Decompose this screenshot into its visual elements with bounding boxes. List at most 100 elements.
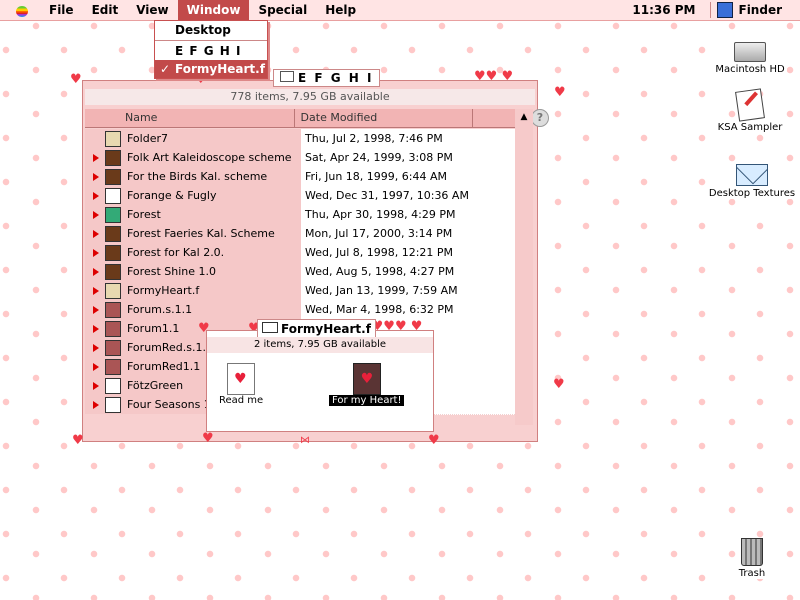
window-title[interactable]: E F G H I	[273, 69, 381, 87]
row-date-cell: Thu, Apr 30, 1998, 4:29 PM	[301, 204, 515, 225]
row-name-label: FötzGreen	[127, 379, 184, 392]
menu-special[interactable]: Special	[249, 0, 316, 20]
forum-icon	[105, 301, 121, 318]
row-date-cell: Mon, Jul 17, 2000, 3:14 PM	[301, 223, 515, 244]
row-name-label: ForumRed.s.1.1	[127, 341, 213, 354]
list-row[interactable]: Forest Thu, Apr 30, 1998, 4:29 PM	[85, 204, 515, 225]
heart-icon: ♥	[72, 433, 84, 448]
row-name-cell: Forest Faeries Kal. Scheme	[85, 224, 301, 243]
column-header-date[interactable]: Date Modified	[295, 109, 474, 127]
help-icon[interactable]: ?	[531, 109, 549, 127]
disclosure-triangle-icon[interactable]	[93, 381, 99, 390]
disclosure-triangle-icon[interactable]	[93, 324, 99, 333]
row-name-label: Forest	[127, 208, 161, 221]
disclosure-triangle-icon[interactable]	[93, 267, 99, 276]
row-name-cell: Forest Shine 1.0	[85, 262, 301, 281]
list-row[interactable]: Forange & Fugly Wed, Dec 31, 1997, 10:36 …	[85, 185, 515, 206]
row-name-label: Forange & Fugly	[127, 189, 217, 202]
desktop-icon-macintosh-hd[interactable]: Macintosh HD	[702, 42, 798, 75]
file-label: For my Heart!	[329, 395, 405, 406]
bow-icon: ⋈	[300, 435, 310, 446]
row-name-cell: For the Birds Kal. scheme	[85, 167, 301, 186]
disclosure-triangle-icon[interactable]	[93, 229, 99, 238]
list-row[interactable]: Folk Art Kaleidoscope scheme Sat, Apr 24,…	[85, 147, 515, 168]
menu-file[interactable]: File	[40, 0, 83, 20]
checkmark-icon: ✓	[160, 62, 171, 76]
file-icon-read-me[interactable]: ♥ Read me	[219, 363, 263, 406]
forum-icon	[105, 320, 121, 337]
scheme-icon	[105, 168, 121, 185]
disclosure-triangle-icon[interactable]	[93, 210, 99, 219]
row-name-label: Four Seasons 1.	[127, 398, 215, 411]
window-menu-item-efghi[interactable]: E F G H I	[155, 42, 267, 60]
apple-menu-icon[interactable]	[14, 3, 30, 17]
heart-icon: ♥	[554, 85, 566, 100]
window-menu-dropdown: Desktop E F G H I ✓ FormyHeart.f	[154, 20, 268, 79]
application-menu[interactable]: Finder	[739, 3, 783, 17]
disclosure-triangle-icon[interactable]	[93, 191, 99, 200]
window-menu-item-desktop[interactable]: Desktop	[155, 21, 267, 39]
row-name-cell: Folk Art Kaleidoscope scheme	[85, 148, 301, 167]
application-icon: ♥	[352, 363, 381, 395]
list-row[interactable]: Forest for Kal 2.0. Wed, Jul 8, 1998, 12:…	[85, 242, 515, 263]
menu-view[interactable]: View	[127, 0, 177, 20]
vertical-scrollbar[interactable]: ▲	[515, 109, 533, 425]
list-row[interactable]: Forest Faeries Kal. Scheme Mon, Jul 17, 2…	[85, 223, 515, 244]
scheme-icon	[105, 149, 121, 166]
list-row[interactable]: Folder7 Thu, Jul 2, 1998, 7:46 PM	[85, 129, 515, 149]
column-header-extra[interactable]	[473, 109, 515, 127]
heart-icon: ♥	[428, 433, 440, 448]
list-row[interactable]: For the Birds Kal. scheme Fri, Jun 18, 19…	[85, 166, 515, 187]
list-row[interactable]: FormyHeart.f Wed, Jan 13, 1999, 7:59 AM	[85, 280, 515, 301]
menu-window[interactable]: Window	[177, 0, 250, 20]
disclosure-triangle-icon[interactable]	[93, 343, 99, 352]
tree-icon	[105, 206, 121, 223]
list-row[interactable]: Forest Shine 1.0 Wed, Aug 5, 1998, 4:27 P…	[85, 261, 515, 282]
window-info-bar: 778 items, 7.95 GB available	[85, 89, 535, 105]
desktop-icon-desktop-textures[interactable]: Desktop Textures	[704, 164, 800, 199]
row-name-cell: FormyHeart.f	[85, 281, 301, 300]
desktop-icon-trash[interactable]: Trash	[704, 538, 800, 579]
heart-icon: ♥	[553, 377, 565, 392]
menu-edit[interactable]: Edit	[83, 0, 128, 20]
list-row[interactable]: Forum.s.1.1 Wed, Mar 4, 1998, 6:32 PM	[85, 299, 515, 320]
row-name-cell: Forum.s.1.1	[85, 300, 301, 319]
row-name-cell: Forest	[85, 205, 301, 224]
row-name-label: Forest Faeries Kal. Scheme	[127, 227, 275, 240]
desktop-icon-label: Macintosh HD	[713, 64, 787, 75]
row-name-label: Forum1.1	[127, 322, 180, 335]
disclosure-triangle-icon[interactable]	[93, 248, 99, 257]
menu-bar: File Edit View Window Special Help 11:36…	[0, 0, 800, 21]
column-header-name[interactable]: Name	[85, 109, 295, 127]
row-date-cell: Fri, Jun 18, 1999, 6:44 AM	[301, 166, 515, 187]
disclosure-triangle-icon[interactable]	[93, 305, 99, 314]
folder-icon	[105, 282, 121, 299]
scheme-icon	[105, 225, 121, 242]
disclosure-triangle-icon[interactable]	[93, 172, 99, 181]
envelope-icon	[105, 377, 121, 394]
disclosure-triangle-icon[interactable]	[93, 400, 99, 409]
folder-icon	[262, 322, 278, 333]
row-name-cell: Folder7	[85, 129, 301, 148]
paint-document-icon	[735, 88, 765, 122]
folder-icon	[280, 71, 294, 82]
menu-separator	[709, 2, 711, 18]
row-name-label: Forest for Kal 2.0.	[127, 246, 225, 259]
menu-help[interactable]: Help	[316, 0, 365, 20]
file-icon-for-my-heart[interactable]: ♥ For my Heart!	[329, 363, 405, 406]
folder-icon	[105, 130, 121, 147]
desktop-icon-ksa-sampler[interactable]: KSA Sampler	[702, 88, 798, 133]
window-menu-item-formyheart[interactable]: ✓ FormyHeart.f	[155, 60, 267, 78]
disclosure-triangle-icon[interactable]	[93, 286, 99, 295]
row-date-cell: Thu, Jul 2, 1998, 7:46 PM	[301, 129, 515, 149]
menu-clock[interactable]: 11:36 PM	[632, 3, 695, 17]
scheme-icon	[105, 263, 121, 280]
row-name-label: Folk Art Kaleidoscope scheme	[127, 151, 292, 164]
window-title[interactable]: FormyHeart.f	[257, 319, 376, 339]
scroll-up-arrow-icon[interactable]: ▲	[515, 109, 533, 125]
heart-icon: ♥	[202, 431, 214, 446]
disclosure-triangle-icon[interactable]	[93, 153, 99, 162]
forum-icon	[105, 358, 121, 375]
finder-window-formyheart[interactable]: FormyHeart.f 2 items, 7.95 GB available …	[206, 319, 434, 432]
disclosure-triangle-icon[interactable]	[93, 362, 99, 371]
